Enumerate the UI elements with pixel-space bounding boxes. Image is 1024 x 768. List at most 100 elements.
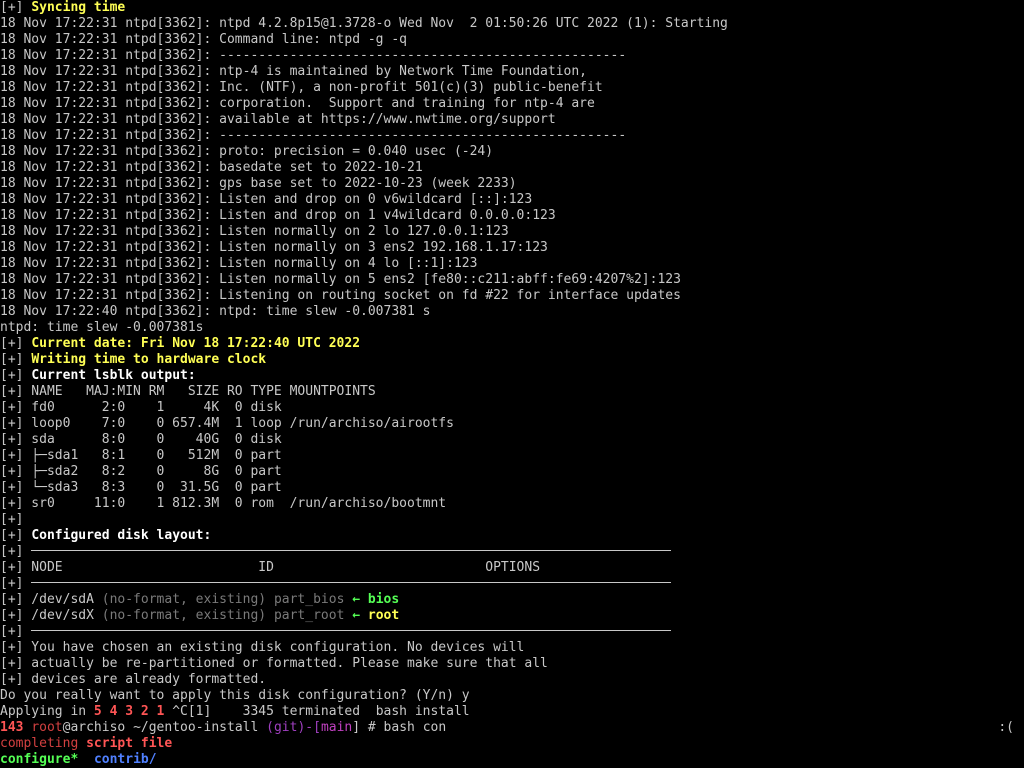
terminal-line: 18 Nov 17:22:31 ntpd[3362]: ------------… bbox=[0, 48, 1024, 64]
terminal-text: Configured disk layout: bbox=[31, 528, 212, 543]
terminal-line: [+] bbox=[0, 544, 1024, 560]
terminal-text: 18 Nov 17:22:31 ntpd[3362]: Listen and d… bbox=[0, 208, 556, 223]
terminal-text: [+] bbox=[0, 336, 32, 351]
terminal-text: [+] NODE ID OPTIONS bbox=[0, 560, 541, 575]
terminal-text: root bbox=[367, 608, 400, 623]
terminal-text: 18 Nov 17:22:31 ntpd[3362]: proto: preci… bbox=[0, 144, 494, 159]
terminal-line: Do you really want to apply this disk co… bbox=[0, 688, 1024, 704]
terminal-text: 18 Nov 17:22:31 ntpd[3362]: Listen norma… bbox=[0, 224, 509, 239]
terminal-text: contrib/ bbox=[93, 752, 157, 767]
terminal-line: [+] NODE ID OPTIONS bbox=[0, 560, 1024, 576]
terminal-line: [+] bbox=[0, 576, 1024, 592]
terminal-text: (no-format, existing) bbox=[101, 592, 267, 607]
terminal-line: 143 root@archiso ~/gentoo-install (git)-… bbox=[0, 720, 1024, 736]
terminal-text: 18 Nov 17:22:31 ntpd[3362]: Command line… bbox=[0, 32, 407, 47]
terminal-line: [+] devices are already formatted. bbox=[0, 672, 1024, 688]
terminal-line: 18 Nov 17:22:31 ntpd[3362]: proto: preci… bbox=[0, 144, 1024, 160]
terminal-text: 18 Nov 17:22:31 ntpd[3362]: ntpd 4.2.8p1… bbox=[0, 16, 728, 31]
terminal-text: 18 Nov 17:22:31 ntpd[3362]: Listen and d… bbox=[0, 192, 533, 207]
terminal-line: [+] ├─sda1 8:1 0 512M 0 part bbox=[0, 448, 1024, 464]
terminal-window[interactable]: [+] Syncing time 18 Nov 17:22:31 ntpd[336… bbox=[0, 0, 1024, 768]
table-divider bbox=[31, 550, 672, 551]
terminal-text: [+] /dev/sdX bbox=[0, 608, 102, 623]
terminal-text: 18 Nov 17:22:31 ntpd[3362]: gps base set… bbox=[0, 176, 517, 191]
terminal-text: Syncing time bbox=[31, 0, 126, 15]
terminal-line: [+] sr0 11:0 1 812.3M 0 rom /run/archiso… bbox=[0, 496, 1024, 512]
terminal-line: Applying in 5 4 3 2 1 ^C[1] 3345 termina… bbox=[0, 704, 1024, 720]
terminal-text: ----------------------------------------… bbox=[219, 128, 627, 143]
terminal-text: 143 bbox=[0, 720, 32, 735]
terminal-text: Current date: Fri Nov 18 17:22:40 UTC 20… bbox=[31, 336, 361, 351]
terminal-text: Current lsblk output: bbox=[31, 368, 196, 383]
terminal-line: 18 Nov 17:22:31 ntpd[3362]: available at… bbox=[0, 112, 1024, 128]
terminal-line: 18 Nov 17:22:31 ntpd[3362]: Listen and d… bbox=[0, 192, 1024, 208]
terminal-text: [+] NAME MAJ:MIN RM SIZE RO TYPE MOUNTPO… bbox=[0, 384, 376, 399]
terminal-text: Writing time to hardware clock bbox=[31, 352, 267, 367]
terminal-text: part_bios bbox=[266, 592, 353, 607]
terminal-text: 18 Nov 17:22:31 ntpd[3362]: bbox=[0, 128, 220, 143]
terminal-text: @archiso bbox=[62, 720, 134, 735]
prompt-right-status: :( bbox=[998, 720, 1014, 735]
terminal-line: [+] ├─sda2 8:2 0 8G 0 part bbox=[0, 464, 1024, 480]
terminal-text: [+] loop0 7:0 0 657.4M 1 loop /run/archi… bbox=[0, 416, 454, 431]
terminal-text: 18 Nov 17:22:40 ntpd[3362]: ntpd: time s… bbox=[0, 304, 431, 319]
terminal-text: [+] bbox=[0, 624, 32, 639]
terminal-line: 18 Nov 17:22:31 ntpd[3362]: ------------… bbox=[0, 128, 1024, 144]
terminal-line: configure* contrib/ bbox=[0, 752, 1024, 768]
terminal-line: [+] sda 8:0 0 40G 0 disk bbox=[0, 432, 1024, 448]
terminal-text: completing bbox=[0, 736, 87, 751]
terminal-line: [+] bbox=[0, 624, 1024, 640]
terminal-text: ntpd: time slew -0.007381s bbox=[0, 320, 204, 335]
terminal-text: 18 Nov 17:22:31 ntpd[3362]: basedate set… bbox=[0, 160, 423, 175]
terminal-text: ^C[1] 3345 terminated bash install bbox=[164, 704, 470, 719]
table-divider bbox=[31, 582, 672, 583]
terminal-line: 18 Nov 17:22:31 ntpd[3362]: corporation.… bbox=[0, 96, 1024, 112]
terminal-text: main bbox=[320, 720, 353, 735]
terminal-text: (no-format, existing) bbox=[101, 608, 267, 623]
terminal-text: [+] /dev/sdA bbox=[0, 592, 102, 607]
terminal-text: 18 Nov 17:22:31 ntpd[3362]: ntp-4 is mai… bbox=[0, 64, 587, 79]
terminal-text: root bbox=[31, 720, 63, 735]
terminal-line: [+] Current lsblk output: bbox=[0, 368, 1024, 384]
terminal-text: (git)-[ bbox=[266, 720, 321, 735]
terminal-text: [+] bbox=[0, 512, 24, 527]
terminal-line: [+] Writing time to hardware clock bbox=[0, 352, 1024, 368]
terminal-text: [+] └─sda3 8:3 0 31.5G 0 part bbox=[0, 480, 282, 495]
terminal-text: [+] bbox=[0, 528, 32, 543]
terminal-text: [+] bbox=[0, 368, 32, 383]
terminal-text: [+] ├─sda1 8:1 0 512M 0 part bbox=[0, 448, 282, 463]
terminal-text: 18 Nov 17:22:31 ntpd[3362]: Listening on… bbox=[0, 288, 681, 303]
terminal-line: [+] actually be re-partitioned or format… bbox=[0, 656, 1024, 672]
terminal-line: 18 Nov 17:22:31 ntpd[3362]: Listen norma… bbox=[0, 272, 1024, 288]
terminal-line: 18 Nov 17:22:31 ntpd[3362]: Command line… bbox=[0, 32, 1024, 48]
terminal-line: [+] NAME MAJ:MIN RM SIZE RO TYPE MOUNTPO… bbox=[0, 384, 1024, 400]
terminal-line: 18 Nov 17:22:40 ntpd[3362]: ntpd: time s… bbox=[0, 304, 1024, 320]
terminal-text: [+] bbox=[0, 544, 32, 559]
terminal-text: script file bbox=[86, 736, 173, 751]
table-divider bbox=[31, 630, 672, 631]
terminal-line: [+] Syncing time bbox=[0, 0, 1024, 16]
terminal-line: 18 Nov 17:22:31 ntpd[3362]: Inc. (NTF), … bbox=[0, 80, 1024, 96]
terminal-line: [+] Configured disk layout: bbox=[0, 528, 1024, 544]
terminal-line: 18 Nov 17:22:31 ntpd[3362]: Listen norma… bbox=[0, 256, 1024, 272]
terminal-text: ----------------------------------------… bbox=[219, 48, 627, 63]
terminal-line: 18 Nov 17:22:31 ntpd[3362]: basedate set… bbox=[0, 160, 1024, 176]
terminal-text: [+] bbox=[0, 352, 32, 367]
terminal-line: 18 Nov 17:22:31 ntpd[3362]: Listen and d… bbox=[0, 208, 1024, 224]
terminal-line: [+] You have chosen an existing disk con… bbox=[0, 640, 1024, 656]
terminal-output: [+] Syncing time 18 Nov 17:22:31 ntpd[336… bbox=[0, 0, 1024, 768]
terminal-line: 18 Nov 17:22:31 ntpd[3362]: Listening on… bbox=[0, 288, 1024, 304]
terminal-text: Applying in bbox=[0, 704, 94, 719]
terminal-text: 18 Nov 17:22:31 ntpd[3362]: Inc. (NTF), … bbox=[0, 80, 603, 95]
terminal-line: ntpd: time slew -0.007381s bbox=[0, 320, 1024, 336]
terminal-text: 18 Nov 17:22:31 ntpd[3362]: available at… bbox=[0, 112, 556, 127]
terminal-text: ← bbox=[352, 592, 368, 607]
terminal-line: [+] └─sda3 8:3 0 31.5G 0 part bbox=[0, 480, 1024, 496]
terminal-line: completing script file bbox=[0, 736, 1024, 752]
terminal-text: [+] fd0 2:0 1 4K 0 disk bbox=[0, 400, 282, 415]
terminal-line: 18 Nov 17:22:31 ntpd[3362]: ntp-4 is mai… bbox=[0, 64, 1024, 80]
terminal-line: 18 Nov 17:22:31 ntpd[3362]: gps base set… bbox=[0, 176, 1024, 192]
terminal-text: Do you really want to apply this disk co… bbox=[0, 688, 470, 703]
terminal-line: 18 Nov 17:22:31 ntpd[3362]: Listen norma… bbox=[0, 224, 1024, 240]
terminal-text: [+] bbox=[0, 576, 32, 591]
